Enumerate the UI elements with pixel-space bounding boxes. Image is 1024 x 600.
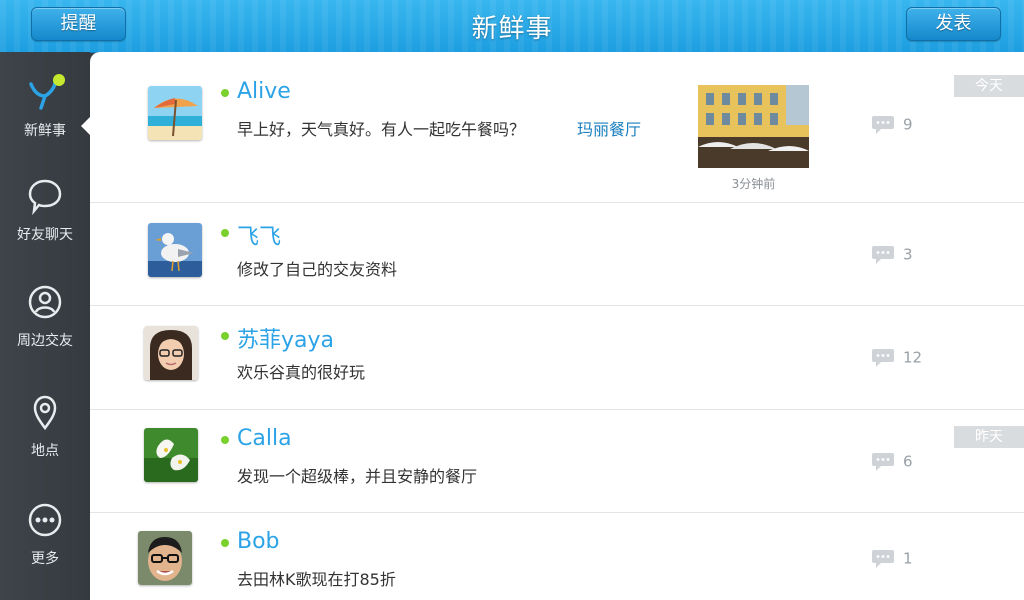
- sidebar-item-label: 更多: [31, 551, 59, 567]
- sidebar-item-label: 好友聊天: [17, 227, 73, 243]
- sidebar: 新鲜事 好友聊天 周边交友 地点 更多: [0, 52, 90, 600]
- location-pin-icon: [25, 392, 65, 432]
- post-button[interactable]: 发表: [906, 7, 1001, 41]
- day-tag: 昨天: [954, 426, 1024, 448]
- post-photo[interactable]: [698, 85, 809, 168]
- online-indicator: [221, 89, 229, 97]
- sidebar-item-places[interactable]: 地点: [0, 392, 90, 460]
- online-indicator: [221, 436, 229, 444]
- comment-count-value: 3: [903, 245, 913, 264]
- user-name[interactable]: Alive: [237, 79, 291, 104]
- list-item[interactable]: Bob 去田林K歌现在打85折 1: [90, 513, 1024, 600]
- user-name[interactable]: Bob: [237, 529, 280, 554]
- list-item[interactable]: 苏菲yaya 欢乐谷真的很好玩 12: [90, 306, 1024, 410]
- comment-count[interactable]: 9: [871, 115, 913, 135]
- comment-icon: [872, 349, 894, 367]
- sidebar-item-feed[interactable]: 新鲜事: [0, 72, 90, 140]
- avatar[interactable]: [148, 223, 202, 277]
- top-bar: 提醒 新鲜事 发表: [0, 0, 1024, 53]
- online-indicator: [221, 539, 229, 547]
- sidebar-item-label: 地点: [31, 443, 59, 459]
- feed-icon: [25, 72, 65, 112]
- sidebar-item-label: 周边交友: [17, 333, 73, 349]
- list-item[interactable]: Calla 发现一个超级棒，并且安静的餐厅 6 昨天: [90, 410, 1024, 513]
- post-text: 发现一个超级棒，并且安静的餐厅: [237, 467, 478, 486]
- sidebar-item-label: 新鲜事: [24, 123, 66, 139]
- list-item[interactable]: Alive 早上好，天气真好。有人一起吃午餐吗？ 玛丽餐厅 3分钟前 9 今天: [90, 52, 1024, 203]
- avatar[interactable]: [138, 531, 192, 585]
- avatar[interactable]: [144, 428, 198, 482]
- user-name[interactable]: Calla: [237, 426, 292, 451]
- online-indicator: [221, 229, 229, 237]
- day-tag: 今天: [954, 75, 1024, 97]
- person-icon: [25, 282, 65, 322]
- comment-count-value: 12: [903, 348, 923, 367]
- online-indicator: [221, 332, 229, 340]
- comment-icon: [872, 550, 894, 568]
- page-title: 新鲜事: [471, 14, 553, 44]
- more-icon: [25, 500, 65, 540]
- chat-bubble-icon: [25, 176, 65, 216]
- comment-count[interactable]: 3: [871, 245, 913, 265]
- post-text: 去田林K歌现在打85折: [237, 570, 396, 589]
- sidebar-item-more[interactable]: 更多: [0, 500, 90, 568]
- post-text: 欢乐谷真的很好玩: [237, 363, 366, 382]
- comment-count-value: 6: [903, 452, 913, 471]
- comment-count-value: 1: [903, 549, 913, 568]
- post-text: 修改了自己的交友资料: [237, 260, 398, 279]
- avatar[interactable]: [148, 86, 202, 140]
- comment-count[interactable]: 1: [871, 549, 913, 569]
- comment-count[interactable]: 12: [871, 348, 922, 368]
- post-time: 3分钟前: [731, 177, 776, 191]
- list-item[interactable]: 飞飞 修改了自己的交友资料 3: [90, 203, 1024, 306]
- sidebar-item-chat[interactable]: 好友聊天: [0, 176, 90, 244]
- comment-icon: [872, 246, 894, 264]
- sidebar-item-nearby[interactable]: 周边交友: [0, 282, 90, 350]
- post-text: 早上好，天气真好。有人一起吃午餐吗？: [237, 120, 526, 139]
- user-name[interactable]: 苏菲yaya: [237, 322, 334, 354]
- comment-icon: [872, 453, 894, 471]
- comment-icon: [872, 116, 894, 134]
- comment-count[interactable]: 6: [871, 452, 913, 472]
- avatar[interactable]: [144, 326, 198, 380]
- feed-list: Alive 早上好，天气真好。有人一起吃午餐吗？ 玛丽餐厅 3分钟前 9 今天 …: [90, 52, 1024, 600]
- user-name[interactable]: 飞飞: [237, 219, 281, 251]
- place-link[interactable]: 玛丽餐厅: [577, 116, 641, 140]
- comment-count-value: 9: [903, 115, 913, 134]
